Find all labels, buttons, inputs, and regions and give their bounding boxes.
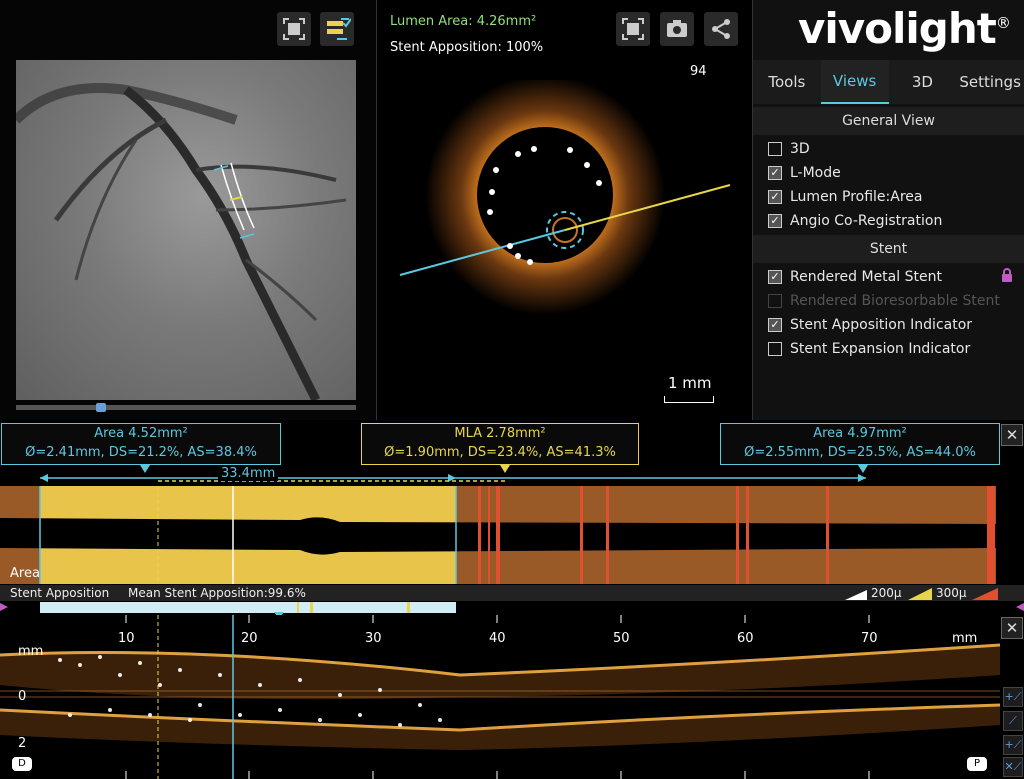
checkbox[interactable]: ✓ <box>768 190 782 204</box>
pin-add-icon[interactable]: +⟋ <box>1003 735 1023 755</box>
share-icon[interactable] <box>704 12 738 46</box>
y-axis-0: 0 <box>18 689 27 704</box>
option-3d[interactable]: 3D <box>768 137 810 161</box>
measurement-area: Area 4.52mm² <box>94 426 188 441</box>
tab-settings[interactable]: Settings <box>956 60 1024 104</box>
option-lumen-profile[interactable]: ✓ Lumen Profile:Area <box>768 185 922 209</box>
oct-cross-section-image[interactable] <box>390 80 750 380</box>
lmode-label: Area <box>10 566 40 581</box>
measurement-markers[interactable] <box>0 462 1000 488</box>
axis-tick-40: 40 <box>489 631 506 646</box>
lumen-area-readout: Lumen Area: 4.26mm² <box>390 14 537 29</box>
option-angio-coregistration[interactable]: ✓ Angio Co-Registration <box>768 209 942 233</box>
fullscreen-icon[interactable] <box>616 12 650 46</box>
stent-apposition-readout: Stent Apposition: 100% <box>390 40 544 55</box>
tab-3d[interactable]: 3D <box>889 60 957 104</box>
tab-views[interactable]: Views <box>820 60 889 104</box>
y-axis-2: 2 <box>18 736 27 751</box>
coregistration-icon[interactable] <box>320 12 354 46</box>
measurement-details: Ø=2.55mm, DS=25.5%, AS=44.0% <box>744 445 976 460</box>
measurement-box-mla[interactable]: MLA 2.78mm² Ø=1.90mm, DS=23.4%, AS=41.3% <box>361 423 639 465</box>
measurement-box-right[interactable]: Area 4.97mm² Ø=2.55mm, DS=25.5%, AS=44.0… <box>720 423 1000 465</box>
section-general-view: General View <box>753 107 1024 135</box>
y-axis-unit: mm <box>18 644 44 659</box>
legend-300-label: 300μ <box>936 586 967 600</box>
legend-malapposed-icon <box>972 588 998 600</box>
checkbox[interactable]: ✓ <box>768 270 782 284</box>
checkbox[interactable]: ✓ <box>768 318 782 332</box>
distal-button[interactable]: D <box>12 757 32 771</box>
option-stent-apposition-indicator[interactable]: ✓ Stent Apposition Indicator <box>768 313 972 337</box>
option-stent-expansion-indicator[interactable]: Stent Expansion Indicator <box>768 337 970 361</box>
proximal-button[interactable]: P <box>967 757 987 771</box>
measurement-details: Ø=1.90mm, DS=23.4%, AS=41.3% <box>384 445 616 460</box>
checkbox[interactable] <box>768 342 782 356</box>
axis-tick-20: 20 <box>241 631 258 646</box>
axis-tick-50: 50 <box>613 631 630 646</box>
axis-tick-10: 10 <box>118 631 135 646</box>
mean-stent-apposition: Mean Stent Apposition:99.6% <box>128 586 306 600</box>
pin-icon[interactable]: ⟋ <box>1003 711 1023 731</box>
stent-apposition-title: Stent Apposition <box>10 586 110 600</box>
frame-number: 94 <box>690 64 707 79</box>
checkbox <box>768 294 782 308</box>
tab-tools[interactable]: Tools <box>753 60 821 104</box>
pin-add-icon[interactable]: +⟋ <box>1003 687 1023 707</box>
legend-300-icon <box>908 588 932 600</box>
legend-200-icon <box>845 590 867 600</box>
close-icon[interactable]: ✕ <box>1001 424 1023 446</box>
axis-tick-60: 60 <box>737 631 754 646</box>
apposition-track <box>0 602 1024 615</box>
option-rendered-bioresorbable-stent: Rendered Bioresorbable Stent <box>768 289 1000 313</box>
angio-slider-track[interactable] <box>16 405 356 410</box>
measurement-box-left[interactable]: Area 4.52mm² Ø=2.41mm, DS=21.2%, AS=38.4… <box>1 423 281 465</box>
camera-icon[interactable] <box>660 12 694 46</box>
section-stent: Stent <box>753 235 1024 263</box>
pin-remove-icon[interactable]: ✕⟋ <box>1003 757 1023 777</box>
close-icon[interactable]: ✕ <box>1001 617 1023 639</box>
fullscreen-icon[interactable] <box>277 12 311 46</box>
checkbox[interactable]: ✓ <box>768 214 782 228</box>
brand-logo: vivolight® <box>798 4 1011 53</box>
tab-bar: Tools Views 3D Settings <box>753 60 1024 104</box>
checkbox[interactable] <box>768 142 782 156</box>
angiogram-image[interactable] <box>16 60 356 400</box>
axis-tick-70: 70 <box>861 631 878 646</box>
measurement-mla: MLA 2.78mm² <box>454 426 546 441</box>
angio-slider-thumb[interactable] <box>96 403 106 412</box>
measurement-area: Area 4.97mm² <box>813 426 907 441</box>
lock-icon <box>1000 268 1014 282</box>
scale-bar <box>664 396 714 403</box>
option-rendered-metal-stent[interactable]: ✓ Rendered Metal Stent <box>768 265 942 289</box>
checkbox[interactable]: ✓ <box>768 166 782 180</box>
option-lmode[interactable]: ✓ L-Mode <box>768 161 841 185</box>
axis-tick-30: 30 <box>365 631 382 646</box>
lmode-view[interactable] <box>0 486 998 584</box>
measurement-details: Ø=2.41mm, DS=21.2%, AS=38.4% <box>25 445 257 460</box>
legend-200-label: 200μ <box>871 586 902 600</box>
axis-unit: mm <box>952 631 978 646</box>
stent-length: 33.4mm <box>218 466 279 481</box>
scale-label: 1 mm <box>668 374 712 392</box>
